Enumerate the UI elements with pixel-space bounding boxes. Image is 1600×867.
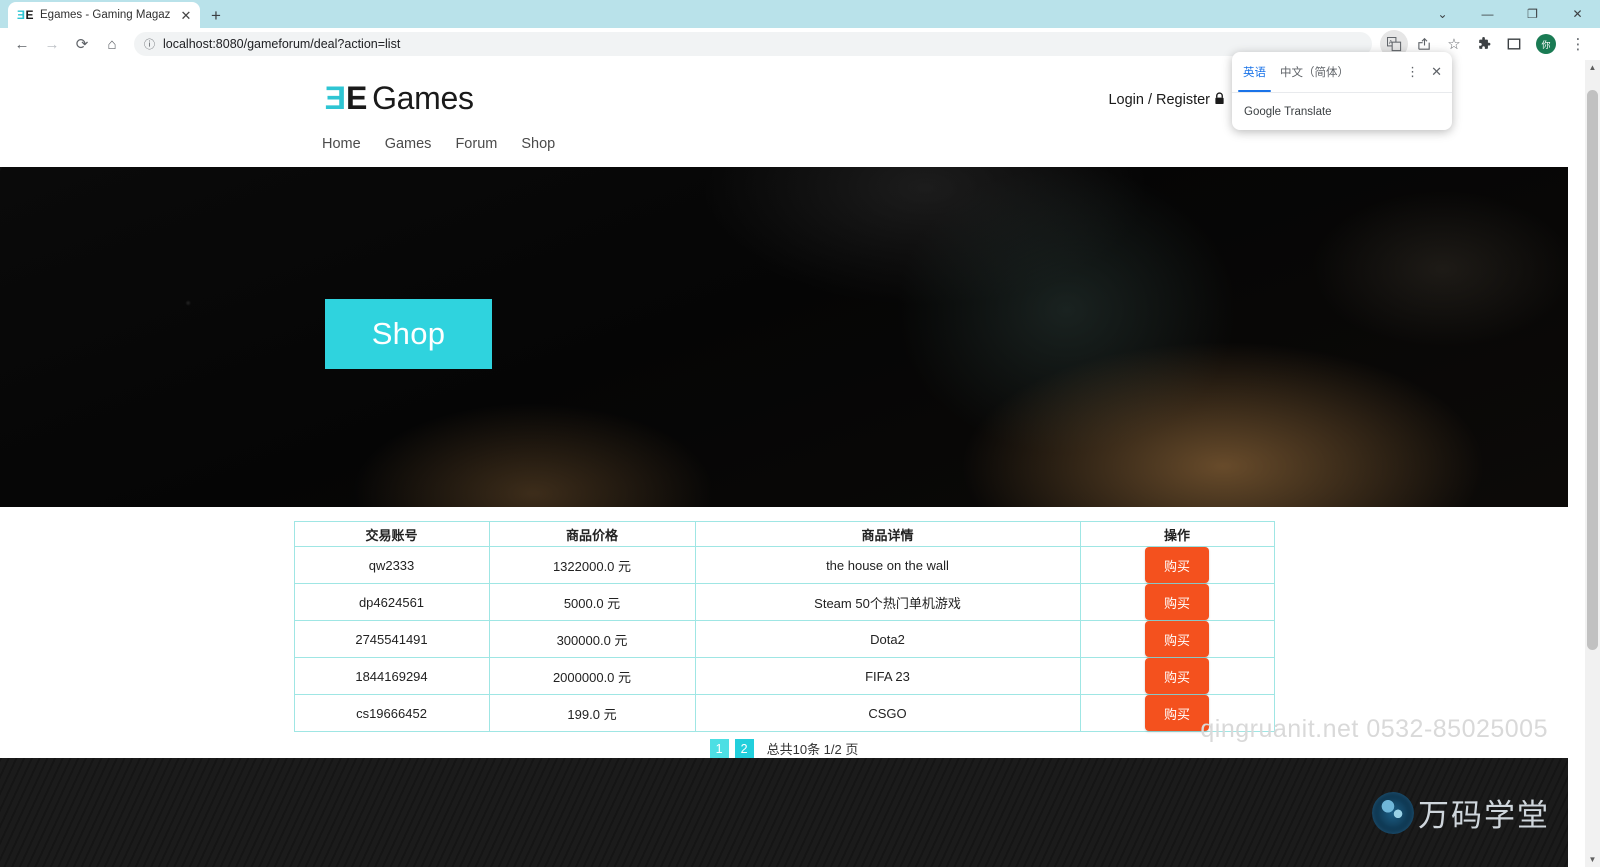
tab-strip: EE Egames - Gaming Magazine T ✕ + ⌄ — ❐ …: [0, 0, 1600, 28]
scroll-down-icon[interactable]: ▼: [1585, 852, 1600, 867]
favicon-right: E: [26, 9, 33, 21]
buy-button[interactable]: 购买: [1145, 658, 1209, 694]
page-button-2[interactable]: 2: [735, 739, 754, 758]
web-page: EEGames Login / Register Home Games Foru…: [0, 60, 1568, 867]
table-header: 交易账号 商品价格 商品详情 操作: [294, 522, 1274, 547]
translate-popup: 英语 中文（简体） ⋮ ✕ Google Translate: [1232, 52, 1452, 130]
lock-icon: [1214, 92, 1225, 108]
favicon-icon: EE: [18, 8, 33, 23]
watermark-text: qingruanit.net 0532-85025005: [1200, 715, 1548, 744]
translate-tab-target[interactable]: 中文（简体）: [1273, 52, 1356, 92]
favicon-left: E: [18, 9, 25, 21]
column-header-detail: 商品详情: [695, 522, 1080, 547]
url-text: localhost:8080/gameforum/deal?action=lis…: [163, 37, 400, 51]
login-register-label: Login / Register: [1108, 92, 1210, 108]
hero-banner: Shop: [0, 167, 1568, 507]
pagination: 1 2 总共10条 1/2 页: [294, 739, 1274, 758]
brand-name: 万码学堂: [1418, 790, 1550, 835]
scroll-up-icon[interactable]: ▲: [1585, 60, 1600, 75]
back-icon[interactable]: ←: [8, 30, 36, 58]
cell-account: 1844169294: [294, 658, 489, 695]
cell-action: 购买: [1080, 621, 1274, 658]
logo-word: Games: [372, 80, 474, 116]
browser-window: EE Egames - Gaming Magazine T ✕ + ⌄ — ❐ …: [0, 0, 1600, 867]
cell-detail: Steam 50个热门单机游戏: [695, 584, 1080, 621]
cell-account: qw2333: [294, 547, 489, 584]
side-panel-icon[interactable]: [1500, 30, 1528, 58]
buy-button[interactable]: 购买: [1145, 621, 1209, 657]
cell-detail: Dota2: [695, 621, 1080, 658]
translate-close-icon[interactable]: ✕: [1425, 64, 1448, 80]
buy-button[interactable]: 购买: [1145, 547, 1209, 583]
cell-price: 300000.0 元: [489, 621, 695, 658]
logo-mark-left: E: [325, 80, 346, 117]
logo-mark-right: E: [346, 80, 367, 116]
page-scrollbar[interactable]: ▲ ▼: [1585, 60, 1600, 867]
cell-price: 1322000.0 元: [489, 547, 695, 584]
site-info-icon[interactable]: ⓘ: [144, 36, 155, 52]
cell-action: 购买: [1080, 658, 1274, 695]
site-logo[interactable]: EEGames: [325, 80, 474, 117]
pagination-summary: 总共10条 1/2 页: [767, 739, 859, 758]
table-body: qw2333 1322000.0 元 the house on the wall…: [294, 547, 1274, 732]
close-tab-icon[interactable]: ✕: [178, 9, 194, 22]
window-controls: ⌄ — ❐ ✕: [1420, 0, 1600, 28]
site-footer: qingruanit.net 0532-85025005 万码学堂: [0, 758, 1568, 867]
reload-icon[interactable]: ⟳: [68, 30, 96, 58]
cell-detail: CSGO: [695, 695, 1080, 732]
translate-options-icon[interactable]: ⋮: [1400, 64, 1425, 80]
cell-price: 2000000.0 元: [489, 658, 695, 695]
nav-item-games[interactable]: Games: [385, 136, 432, 152]
table-header-row: 交易账号 商品价格 商品详情 操作: [294, 522, 1274, 547]
table-row: qw2333 1322000.0 元 the house on the wall…: [294, 547, 1274, 584]
globe-icon: [1372, 792, 1414, 834]
extensions-icon[interactable]: [1470, 30, 1498, 58]
site-nav: Home Games Forum Shop: [322, 136, 555, 152]
maximize-icon[interactable]: ❐: [1510, 8, 1555, 20]
page-button-1[interactable]: 1: [710, 739, 729, 758]
cell-price: 199.0 元: [489, 695, 695, 732]
browser-tab[interactable]: EE Egames - Gaming Magazine T ✕: [8, 2, 200, 28]
address-bar[interactable]: ⓘ localhost:8080/gameforum/deal?action=l…: [134, 32, 1372, 56]
nav-item-home[interactable]: Home: [322, 136, 361, 152]
new-tab-button[interactable]: +: [211, 7, 221, 28]
column-header-account: 交易账号: [294, 522, 489, 547]
nav-item-forum[interactable]: Forum: [455, 136, 497, 152]
tab-search-icon[interactable]: ⌄: [1420, 8, 1465, 20]
table-row: dp4624561 5000.0 元 Steam 50个热门单机游戏 购买: [294, 584, 1274, 621]
page-viewport: EEGames Login / Register Home Games Foru…: [0, 60, 1600, 867]
buy-button[interactable]: 购买: [1145, 584, 1209, 620]
tab-title: Egames - Gaming Magazine T: [40, 9, 171, 21]
table-row: 1844169294 2000000.0 元 FIFA 23 购买: [294, 658, 1274, 695]
column-header-action: 操作: [1080, 522, 1274, 547]
scrollbar-thumb[interactable]: [1587, 90, 1598, 650]
cell-action: 购买: [1080, 584, 1274, 621]
table-row: cs19666452 199.0 元 CSGO 购买: [294, 695, 1274, 732]
profile-avatar[interactable]: 你: [1536, 34, 1556, 54]
cell-detail: the house on the wall: [695, 547, 1080, 584]
translate-tab-source[interactable]: 英语: [1236, 52, 1273, 92]
forward-icon[interactable]: →: [38, 30, 66, 58]
nav-item-shop[interactable]: Shop: [521, 136, 555, 152]
deal-table: 交易账号 商品价格 商品详情 操作 qw2333 1322000.0 元 the…: [294, 521, 1275, 732]
column-header-price: 商品价格: [489, 522, 695, 547]
cell-action: 购买: [1080, 547, 1274, 584]
chrome-menu-icon[interactable]: ⋮: [1564, 30, 1592, 58]
translate-popup-tabs: 英语 中文（简体） ⋮ ✕: [1232, 52, 1452, 92]
cell-price: 5000.0 元: [489, 584, 695, 621]
translate-provider-label: Google Translate: [1232, 92, 1452, 130]
cell-account: cs19666452: [294, 695, 489, 732]
table-row: 2745541491 300000.0 元 Dota2 购买: [294, 621, 1274, 658]
close-window-icon[interactable]: ✕: [1555, 8, 1600, 20]
cell-account: dp4624561: [294, 584, 489, 621]
svg-text:A: A: [1388, 40, 1392, 46]
brand-logo: 万码学堂: [1372, 790, 1550, 835]
login-register-link[interactable]: Login / Register: [1108, 92, 1225, 108]
home-icon[interactable]: ⌂: [98, 30, 126, 58]
hero-shop-button[interactable]: Shop: [325, 299, 492, 369]
cell-detail: FIFA 23: [695, 658, 1080, 695]
cell-account: 2745541491: [294, 621, 489, 658]
minimize-icon[interactable]: —: [1465, 8, 1510, 20]
